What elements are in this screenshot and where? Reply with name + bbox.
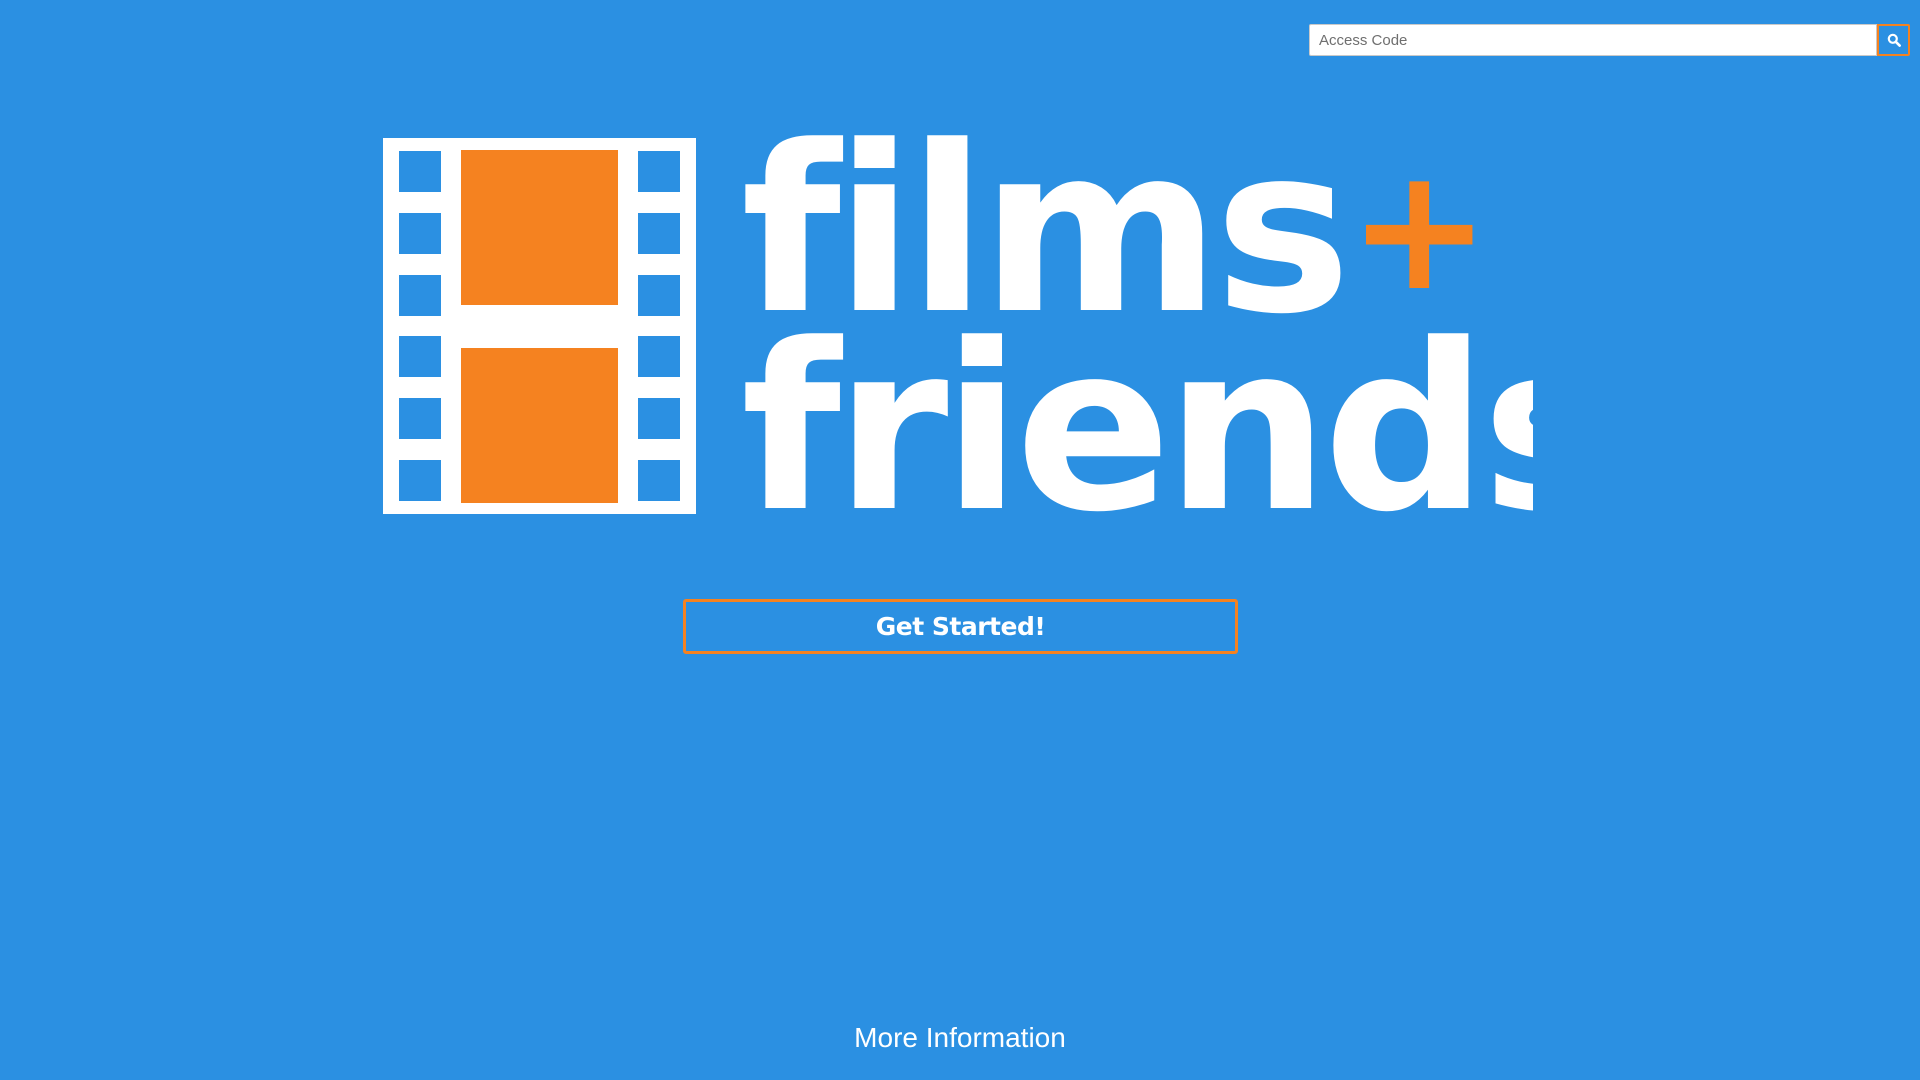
film-strip-icon (383, 138, 696, 514)
access-code-search (1309, 24, 1910, 56)
access-code-input[interactable] (1309, 24, 1877, 56)
landing-page: films + friends Get Started! More Inform… (0, 0, 1920, 1080)
more-information-link[interactable]: More Information (0, 1022, 1920, 1054)
get-started-button[interactable]: Get Started! (683, 599, 1238, 654)
logo-line-friends: friends (741, 296, 1533, 528)
films-friends-logo: films + friends (383, 128, 1533, 528)
search-button[interactable] (1877, 24, 1910, 56)
search-icon (1887, 33, 1901, 47)
